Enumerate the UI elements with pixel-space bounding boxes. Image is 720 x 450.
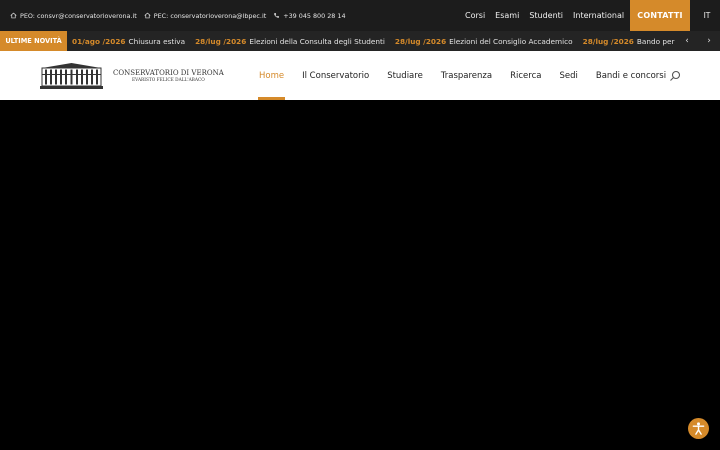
toplink-corsi[interactable]: Corsi <box>465 11 485 20</box>
pec-email: PEC: conservatorioverona@lbpec.it <box>153 11 267 20</box>
top-links: Corsi Esami Studenti International <box>465 0 634 31</box>
ticker-title: Elezioni del Consiglio Accademico <box>449 36 573 46</box>
logo-text: CONSERVATORIO DI VERONA EVARISTO FELICE … <box>113 69 224 83</box>
ticker-title: Bando per musicisti/e esterni <box>636 36 676 46</box>
ticker-item[interactable]: 28/lug /2026 Elezioni del Consiglio Accad… <box>395 37 573 46</box>
nav-ricerca[interactable]: Ricerca <box>501 51 550 100</box>
logo-title: CONSERVATORIO DI VERONA <box>113 68 224 77</box>
search-icon[interactable] <box>669 70 681 82</box>
ticker-arrows: ‹ › <box>676 31 720 51</box>
phone-number: +39 045 800 28 14 <box>283 11 346 20</box>
accessibility-icon <box>692 422 705 435</box>
phone-contact[interactable]: +39 045 800 28 14 <box>273 11 346 20</box>
ticker-next-button[interactable]: › <box>707 36 711 46</box>
site-header: CONSERVATORIO DI VERONA EVARISTO FELICE … <box>0 51 720 100</box>
ticker-title: Chiusura estiva <box>128 36 186 46</box>
ticker-date: 28/lug /2026 <box>195 36 247 46</box>
ticker-date: 28/lug /2026 <box>394 36 447 46</box>
toplink-esami[interactable]: Esami <box>495 11 519 20</box>
conservatory-building-logo <box>40 63 103 89</box>
contact-info: PEO: consvr@conservatorioverona.it PEC: … <box>10 0 346 31</box>
pec-contact[interactable]: PEC: conservatorioverona@lbpec.it <box>144 12 266 20</box>
language-selector[interactable]: IT <box>700 0 714 31</box>
nav-trasparenza[interactable]: Trasparenza <box>432 51 501 100</box>
nav-il-conservatorio[interactable]: Il Conservatorio <box>293 51 378 100</box>
site-logo[interactable]: CONSERVATORIO DI VERONA EVARISTO FELICE … <box>40 62 224 89</box>
peo-email: PEO: consvr@conservatorioverona.it <box>20 11 137 20</box>
hero-area <box>0 100 720 450</box>
ticker-item[interactable]: 28/lug /2026Bando per musicisti/e estern… <box>583 37 676 46</box>
nav-bandi-e-concorsi[interactable]: Bandi e concorsi <box>587 51 675 100</box>
ticker-item[interactable]: 01/ago /2026 Chiusura estiva <box>72 37 185 46</box>
toplink-studenti[interactable]: Studenti <box>529 11 563 20</box>
home-icon <box>10 12 17 19</box>
top-bar: PEO: consvr@conservatorioverona.it PEC: … <box>0 0 720 31</box>
logo-subtitle: EVARISTO FELICE DALL'ABACO <box>132 77 205 83</box>
home-icon <box>144 12 151 19</box>
accessibility-button[interactable] <box>688 418 709 439</box>
ticker-date: 28/lug /2026 <box>582 36 634 46</box>
phone-icon <box>274 13 280 18</box>
news-ticker: ULTIME NOVITÀ 01/ago /2026 Chiusura estiv… <box>0 31 720 51</box>
peo-contact[interactable]: PEO: consvr@conservatorioverona.it <box>10 12 137 20</box>
contatti-button[interactable]: CONTATTI <box>630 0 690 31</box>
ticker-item[interactable]: 28/lug /2026 Elezioni della Consulta degl… <box>195 37 385 46</box>
main-nav: Home Il Conservatorio Studiare Trasparen… <box>250 51 675 100</box>
ticker-title: Elezioni della Consulta degli Studenti <box>249 36 385 46</box>
ticker-label: ULTIME NOVITÀ <box>0 31 67 51</box>
ticker-prev-button[interactable]: ‹ <box>685 36 689 46</box>
ticker-items: 01/ago /2026 Chiusura estiva 28/lug /2026… <box>72 31 676 51</box>
toplink-international[interactable]: International <box>573 11 624 20</box>
nav-sedi[interactable]: Sedi <box>550 51 586 100</box>
nav-studiare[interactable]: Studiare <box>378 51 432 100</box>
ticker-date: 01/ago /2026 <box>72 36 126 46</box>
nav-home[interactable]: Home <box>250 51 293 100</box>
